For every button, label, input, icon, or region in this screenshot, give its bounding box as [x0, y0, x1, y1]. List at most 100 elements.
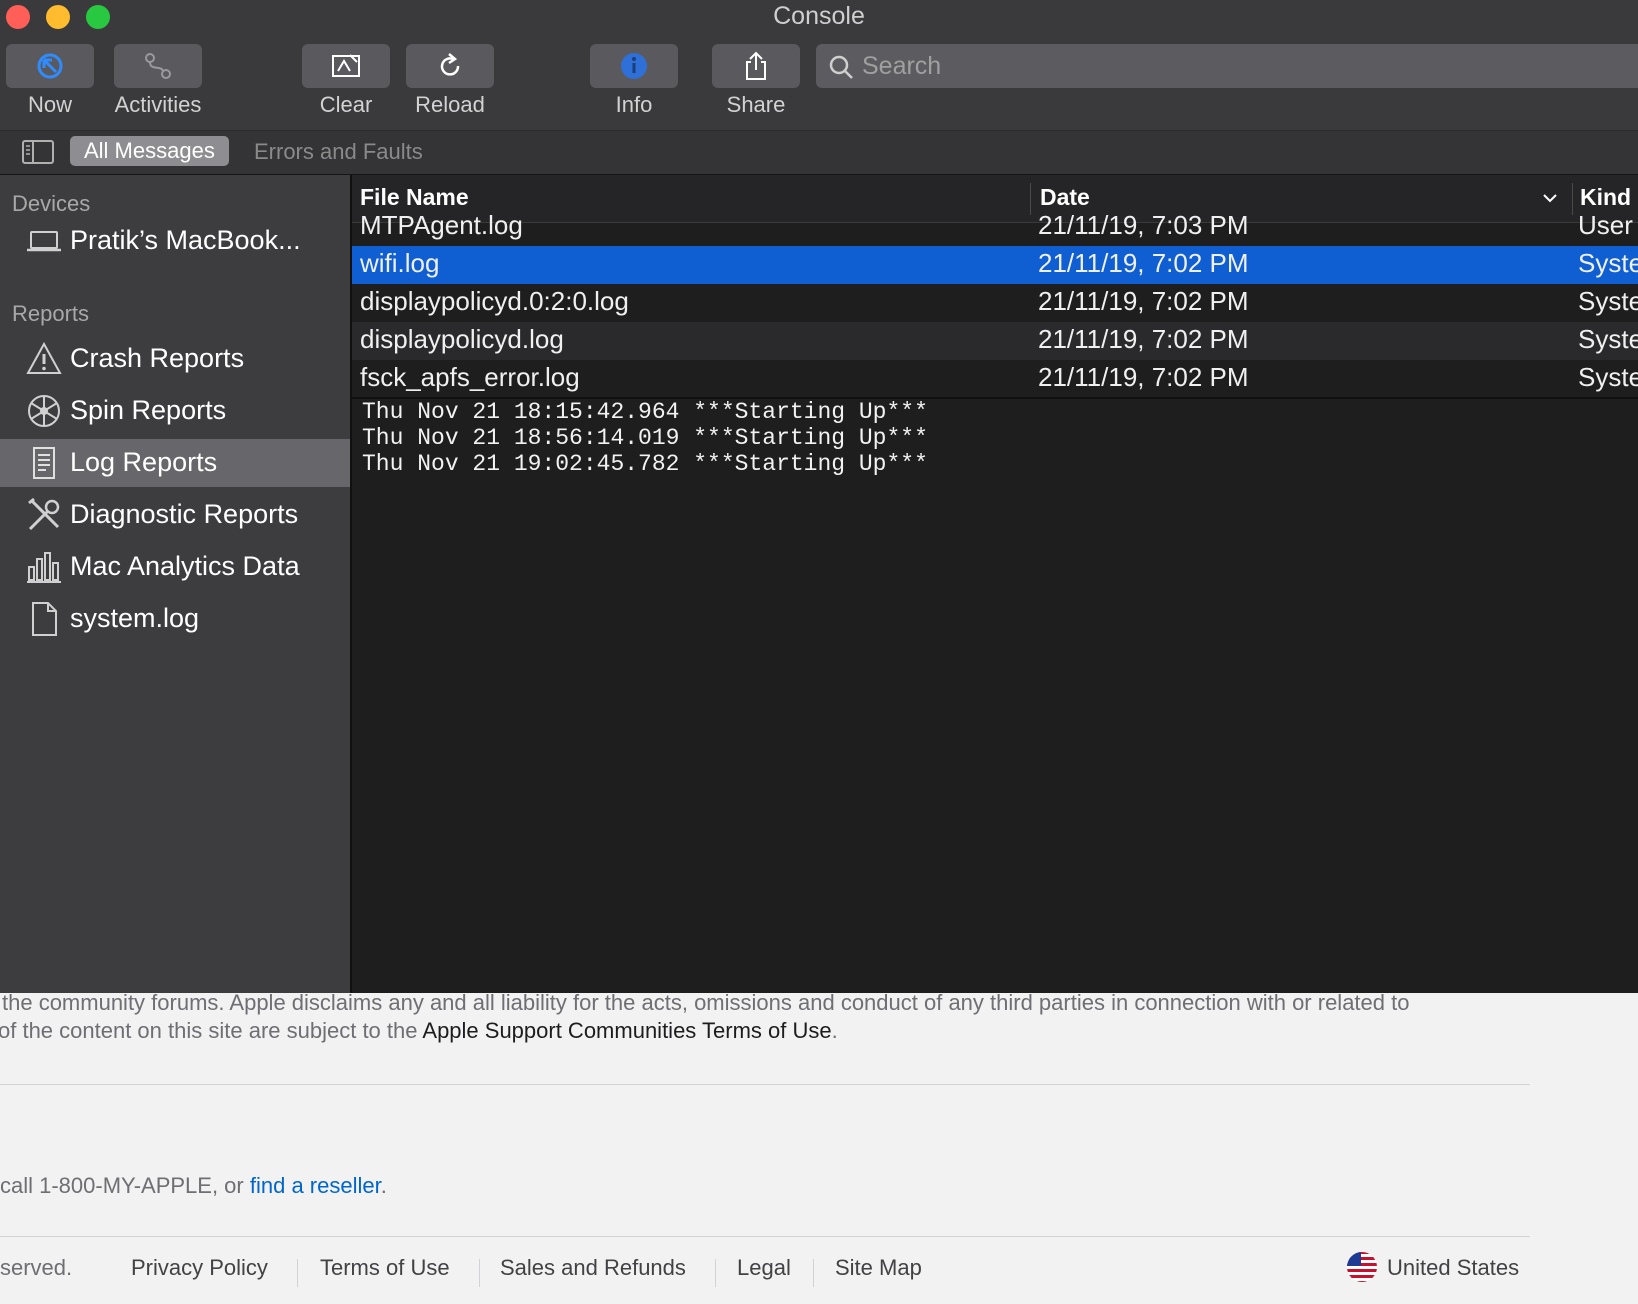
- date-cell: 21/11/19, 7:03 PM: [1038, 210, 1249, 240]
- tools-icon: [28, 497, 60, 531]
- log-line: Thu Nov 21 18:15:42.964 ***Starting Up**…: [362, 399, 928, 425]
- divider: [0, 1236, 1530, 1237]
- date-cell: 21/11/19, 7:02 PM: [1038, 286, 1249, 316]
- column-header-date[interactable]: Date: [1040, 184, 1090, 211]
- reload-button[interactable]: [406, 44, 494, 88]
- chevron-down-icon[interactable]: [1542, 192, 1558, 204]
- activities-button[interactable]: [114, 44, 202, 88]
- info-icon: [621, 53, 647, 79]
- footer-separator: [297, 1259, 298, 1287]
- activities-icon: [145, 53, 171, 79]
- sidebar-item-system-log[interactable]: system.log: [0, 595, 350, 643]
- kind-cell: Syste: [1578, 286, 1638, 316]
- table-row[interactable]: displaypolicyd.log 21/11/19, 7:02 PM Sys…: [352, 322, 1638, 360]
- spin-wheel-icon: [28, 395, 60, 427]
- toolbar: Console Now Activities Clear Reload Info…: [0, 0, 1638, 131]
- contact-text: call 1-800-MY-APPLE, or find a reseller.: [0, 1173, 387, 1199]
- document-list-icon: [33, 447, 55, 479]
- kind-cell: User: [1578, 210, 1633, 240]
- errors-and-faults-tab[interactable]: Errors and Faults: [254, 137, 423, 167]
- sidebar-item-diagnostic-reports[interactable]: Diagnostic Reports: [0, 491, 350, 539]
- sidebar-item-label: Mac Analytics Data: [70, 551, 300, 581]
- now-arrow-icon: [37, 53, 63, 79]
- background-webpage: the community forums. Apple disclaims an…: [0, 990, 1638, 1304]
- clear-button[interactable]: [302, 44, 390, 88]
- bar-chart-icon: [27, 552, 61, 583]
- disclaimer-text: the community forums. Apple disclaims an…: [2, 990, 1410, 1015]
- table-row-selected[interactable]: wifi.log 21/11/19, 7:02 PM Syste: [352, 246, 1638, 284]
- find-reseller-link[interactable]: find a reseller: [250, 1173, 381, 1198]
- clear-icon: [332, 54, 360, 77]
- sidebar-item-label: Log Reports: [70, 447, 218, 477]
- column-header-kind[interactable]: Kind: [1580, 184, 1631, 211]
- file-name-cell: displaypolicyd.log: [360, 324, 564, 354]
- file-name-cell: MTPAgent.log: [360, 210, 523, 240]
- log-line: Thu Nov 21 19:02:45.782 ***Starting Up**…: [362, 451, 928, 477]
- sidebar-item-label: Diagnostic Reports: [70, 499, 299, 529]
- terms-of-use-link[interactable]: Apple Support Communities Terms of Use: [422, 1018, 831, 1043]
- divider: [0, 1084, 1530, 1085]
- table-row[interactable]: displaypolicyd.0:2:0.log 21/11/19, 7:02 …: [352, 284, 1638, 322]
- share-button[interactable]: [712, 44, 800, 88]
- footer-separator: [715, 1259, 716, 1287]
- activities-label: Activities: [114, 92, 202, 117]
- kind-cell: Syste: [1578, 362, 1638, 392]
- file-table: File Name Date Kind MTPAgent.log 21/11/1…: [352, 175, 1638, 399]
- sidebar-item-label: system.log: [70, 603, 200, 633]
- devices-header: Devices: [12, 191, 91, 216]
- table-row[interactable]: fsck_apfs_error.log 21/11/19, 7:02 PM Sy…: [352, 360, 1638, 397]
- footer-link-privacy-policy[interactable]: Privacy Policy: [131, 1255, 268, 1281]
- date-cell: 21/11/19, 7:02 PM: [1038, 248, 1249, 278]
- window-title: Console: [773, 2, 865, 30]
- warning-triangle-icon: [26, 341, 62, 374]
- now-button[interactable]: [6, 44, 94, 88]
- all-messages-tab[interactable]: All Messages: [70, 136, 229, 166]
- device-name: Pratik’s MacBook...: [70, 225, 301, 255]
- search-field[interactable]: [816, 44, 1638, 88]
- log-viewer[interactable]: Thu Nov 21 18:15:42.964 ***Starting Up**…: [352, 399, 1638, 993]
- footer-separator: [813, 1259, 814, 1287]
- sidebar-item-device[interactable]: Pratik’s MacBook...: [0, 217, 350, 265]
- sidebar-item-crash-reports[interactable]: Crash Reports: [0, 335, 350, 383]
- search-input[interactable]: [862, 49, 1622, 83]
- share-icon: [746, 51, 766, 80]
- sidebar: Devices Pratik’s MacBook... Reports Cras…: [0, 175, 352, 993]
- footer-link-sales-and-refunds[interactable]: Sales and Refunds: [500, 1255, 686, 1281]
- sidebar-toggle-icon[interactable]: [22, 140, 54, 164]
- disclaimer-suffix: .: [831, 1018, 838, 1043]
- sidebar-item-label: Spin Reports: [70, 395, 227, 425]
- reload-icon: [440, 53, 460, 76]
- kind-cell: Syste: [1578, 248, 1638, 278]
- search-icon: [829, 55, 853, 79]
- log-line: Thu Nov 21 18:56:14.019 ***Starting Up**…: [362, 425, 928, 451]
- table-row[interactable]: MTPAgent.log 21/11/19, 7:03 PM User: [352, 208, 1638, 246]
- kind-cell: Syste: [1578, 324, 1638, 354]
- console-window: Console Now Activities Clear Reload Info…: [0, 0, 1638, 993]
- column-header-file-name[interactable]: File Name: [360, 184, 469, 211]
- file-name-cell: wifi.log: [360, 248, 440, 278]
- sidebar-item-spin-reports[interactable]: Spin Reports: [0, 387, 350, 435]
- info-button[interactable]: [590, 44, 678, 88]
- country-selector[interactable]: United States: [1387, 1255, 1519, 1281]
- reload-label: Reload: [415, 92, 485, 117]
- sidebar-item-mac-analytics-data[interactable]: Mac Analytics Data: [0, 543, 350, 591]
- date-cell: 21/11/19, 7:02 PM: [1038, 324, 1249, 354]
- footer-separator: [479, 1259, 480, 1287]
- file-icon: [32, 602, 57, 636]
- contact-suffix: .: [380, 1173, 387, 1198]
- info-label: Info: [615, 92, 653, 117]
- filter-bar: All Messages Errors and Faults: [0, 131, 1638, 175]
- file-name-cell: displaypolicyd.0:2:0.log: [360, 286, 629, 316]
- footer-link-terms-of-use[interactable]: Terms of Use: [320, 1255, 450, 1281]
- footer-link-legal[interactable]: Legal: [737, 1255, 791, 1281]
- copyright-text: served.: [0, 1255, 73, 1280]
- reports-header: Reports: [12, 301, 90, 326]
- contact-prefix: call 1-800-MY-APPLE, or: [0, 1173, 250, 1198]
- file-name-cell: fsck_apfs_error.log: [360, 362, 580, 392]
- sidebar-item-label: Crash Reports: [70, 343, 245, 373]
- footer-link-site-map[interactable]: Site Map: [835, 1255, 922, 1281]
- disclaimer-prefix: of the content on this site are subject …: [0, 1018, 423, 1043]
- sidebar-item-log-reports[interactable]: Log Reports: [0, 439, 350, 487]
- date-cell: 21/11/19, 7:02 PM: [1038, 362, 1249, 392]
- laptop-icon: [27, 231, 61, 252]
